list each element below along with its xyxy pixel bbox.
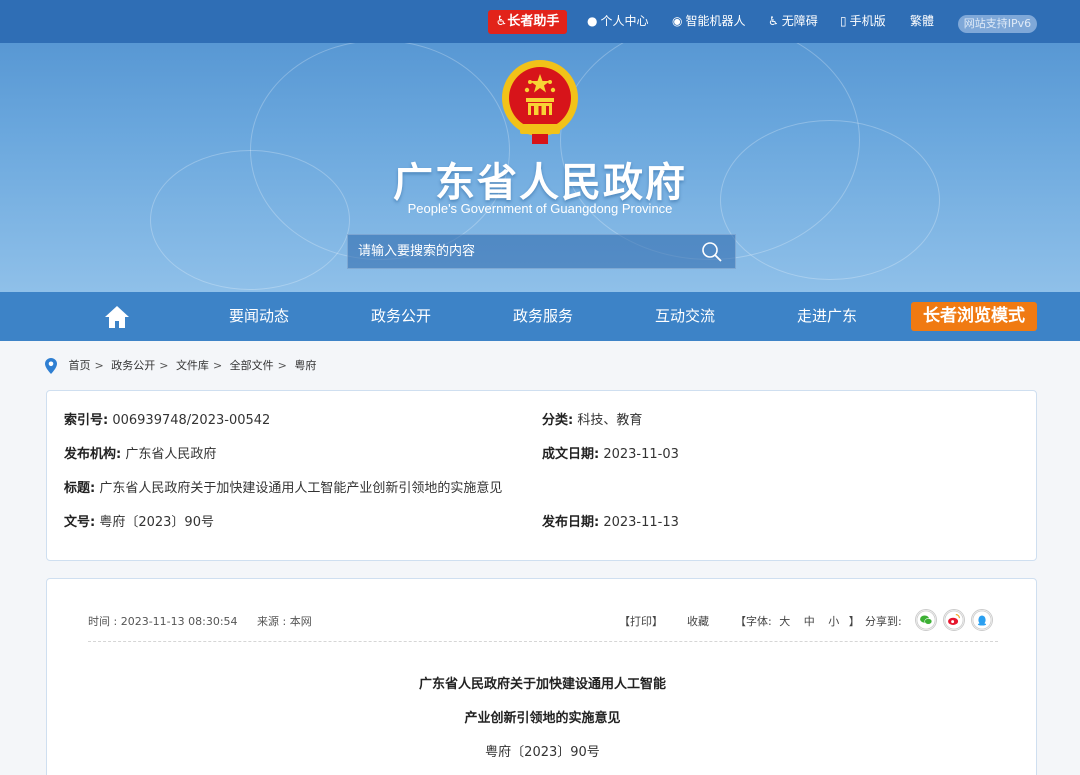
personal-center-link[interactable]: ● 个人中心	[587, 0, 649, 43]
header-banner: ♿长者助手 ● 个人中心 ◉ 智能机器人 ♿ 无障碍 ▯ 手机版 繁體 网站支持IPv6	[0, 0, 1080, 292]
font-small-button[interactable]: 小	[828, 615, 839, 628]
divider	[88, 641, 998, 642]
user-icon: ●	[587, 14, 598, 28]
nav-gov-affairs[interactable]: 政务公开	[341, 292, 461, 341]
elder-assistant-button[interactable]: ♿长者助手	[488, 10, 567, 34]
breadcrumb-home[interactable]: 首页	[69, 359, 91, 372]
national-emblem-icon	[502, 60, 578, 144]
article-panel: 时间 : 2023-11-13 08:30:54 来源 : 本网 【打印】 收藏…	[46, 578, 1037, 775]
site-title: 广东省人民政府	[393, 160, 687, 206]
nav-interaction[interactable]: 互动交流	[625, 292, 745, 341]
elder-mode-button[interactable]: 长者浏览模式	[911, 302, 1037, 331]
site-subtitle: People's Government of Guangdong Provinc…	[407, 201, 673, 216]
traditional-chinese-link[interactable]: 繁體	[910, 0, 934, 43]
document-title-field: 标题: 广东省人民政府关于加快建设通用人工智能产业创新引领地的实施意见	[64, 481, 503, 496]
article-title-line-2: 产业创新引领地的实施意见	[464, 711, 621, 726]
share-label: 分享到:	[865, 615, 902, 628]
category: 分类: 科技、教育	[542, 413, 643, 428]
weibo-share-icon[interactable]	[943, 609, 965, 631]
font-large-button[interactable]: 大	[779, 615, 790, 628]
favorite-button[interactable]: 收藏	[687, 613, 709, 629]
breadcrumb-yuefu[interactable]: 粤府	[294, 359, 316, 372]
mobile-icon: ▯	[840, 14, 847, 28]
search-icon[interactable]	[701, 241, 723, 263]
published-date: 发布日期: 2023-11-13	[542, 515, 679, 530]
font-medium-button[interactable]: 中	[804, 615, 815, 628]
nav-guangdong[interactable]: 走进广东	[767, 292, 887, 341]
index-number: 索引号: 006939748/2023-00542	[64, 413, 271, 428]
robot-icon: ◉	[672, 14, 683, 28]
breadcrumb-all-files[interactable]: 全部文件	[230, 359, 274, 372]
accessibility-link[interactable]: ♿ 无障碍	[768, 0, 818, 43]
article-doc-number: 粤府〔2023〕90号	[485, 745, 600, 760]
breadcrumb-gov-affairs[interactable]: 政务公开	[111, 359, 155, 372]
wechat-share-icon[interactable]	[915, 609, 937, 631]
breadcrumb: 首页 > 政务公开 > 文件库 > 全部文件 > 粤府	[45, 356, 316, 376]
font-size-control: 【字体: 大 中 小 】	[735, 615, 860, 628]
decorative-flower	[150, 150, 350, 290]
search-box	[347, 234, 736, 269]
decorative-flower	[720, 120, 940, 280]
robot-link[interactable]: ◉ 智能机器人	[672, 0, 746, 43]
mobile-link[interactable]: ▯ 手机版	[840, 0, 886, 43]
ipv6-badge: 网站支持IPv6	[958, 15, 1037, 33]
article-source: 来源 : 本网	[257, 615, 312, 628]
nav-gov-services[interactable]: 政务服务	[483, 292, 603, 341]
written-date: 成文日期: 2023-11-03	[542, 447, 679, 462]
publisher: 发布机构: 广东省人民政府	[64, 447, 217, 462]
search-input[interactable]	[358, 235, 688, 268]
breadcrumb-file-library[interactable]: 文件库	[176, 359, 209, 372]
article-title-line-1: 广东省人民政府关于加快建设通用人工智能	[418, 677, 666, 692]
publish-time: 时间 : 2023-11-13 08:30:54	[88, 615, 238, 628]
document-info-box: 索引号: 006939748/2023-00542 分类: 科技、教育 发布机构…	[46, 390, 1037, 561]
document-number: 文号: 粤府〔2023〕90号	[64, 515, 214, 530]
location-pin-icon	[45, 358, 57, 374]
accessibility-icon: ♿	[768, 14, 779, 28]
top-bar: ♿长者助手 ● 个人中心 ◉ 智能机器人 ♿ 无障碍 ▯ 手机版 繁體 网站支持IPv6	[0, 0, 1080, 43]
elder-icon: ♿	[495, 14, 508, 29]
home-icon[interactable]	[104, 305, 130, 329]
print-button[interactable]: 【打印】	[619, 613, 663, 629]
nav-news[interactable]: 要闻动态	[199, 292, 319, 341]
qq-share-icon[interactable]	[971, 609, 993, 631]
article-meta: 时间 : 2023-11-13 08:30:54 来源 : 本网	[88, 613, 312, 629]
